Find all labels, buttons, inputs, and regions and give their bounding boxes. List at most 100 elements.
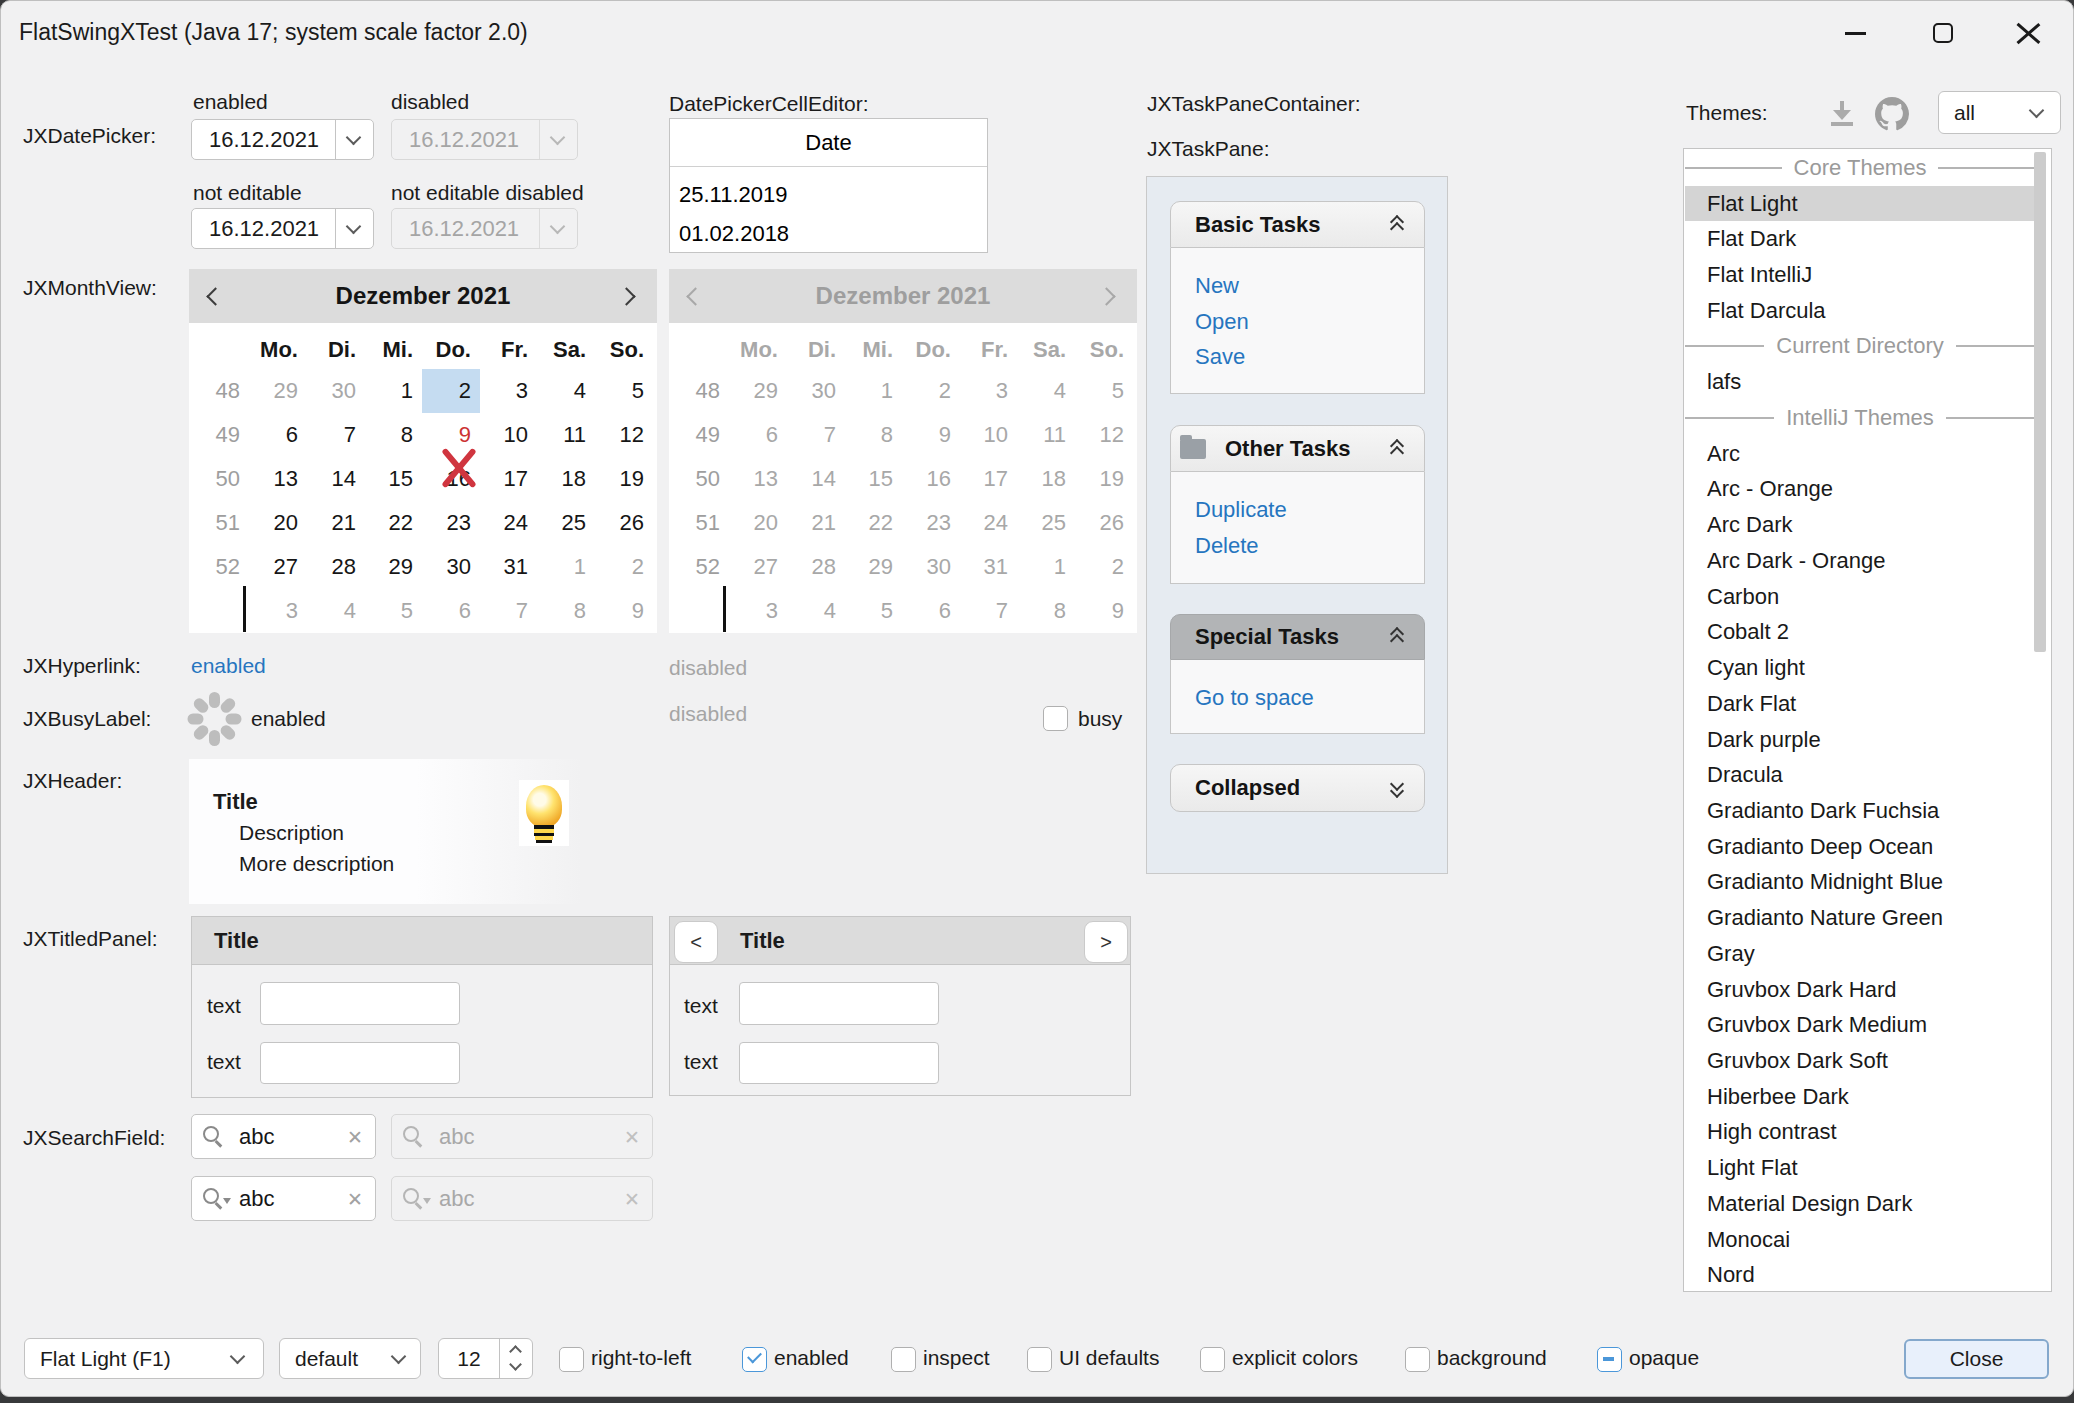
day-cell[interactable]: 14 bbox=[307, 457, 365, 501]
day-cell[interactable]: 2 bbox=[595, 545, 653, 589]
taskpane-header-special-tasks[interactable]: Special Tasks bbox=[1170, 614, 1425, 660]
theme-item-arc---orange[interactable]: Arc - Orange bbox=[1685, 471, 2035, 507]
day-cell[interactable]: 29 bbox=[249, 369, 307, 413]
theme-item-light-flat[interactable]: Light Flat bbox=[1685, 1150, 2035, 1186]
theme-item-dark-flat[interactable]: Dark Flat bbox=[1685, 686, 2035, 722]
datepicker-noteditable[interactable]: 16.12.2021 bbox=[191, 208, 374, 249]
theme-item-gradianto-midnight-blue[interactable]: Gradianto Midnight Blue bbox=[1685, 864, 2035, 900]
expand-icon[interactable] bbox=[1390, 780, 1406, 796]
github-icon[interactable] bbox=[1875, 97, 1909, 131]
theme-item-nord[interactable]: Nord bbox=[1685, 1257, 2035, 1293]
checkbox-background[interactable] bbox=[1405, 1347, 1430, 1372]
minimize-icon[interactable] bbox=[1845, 32, 1866, 35]
text-input[interactable] bbox=[739, 1042, 939, 1084]
close-icon[interactable] bbox=[2014, 22, 2043, 45]
searchfield-menu-enabled[interactable]: abc ✕ bbox=[191, 1176, 376, 1221]
day-cell[interactable]: 3 bbox=[479, 369, 537, 413]
taskpane-header-collapsed[interactable]: Collapsed bbox=[1170, 764, 1425, 812]
theme-item-high-contrast[interactable]: High contrast bbox=[1685, 1114, 2035, 1150]
hyperlink-enabled[interactable]: enabled bbox=[191, 653, 266, 679]
theme-item-arc[interactable]: Arc bbox=[1685, 436, 2035, 472]
theme-item-gradianto-nature-green[interactable]: Gradianto Nature Green bbox=[1685, 900, 2035, 936]
monthview-enabled[interactable]: Dezember 2021Mo.Di.Mi.Do.Fr.Sa.So.482930… bbox=[189, 269, 657, 633]
day-cell[interactable]: 31 bbox=[479, 545, 537, 589]
table-row[interactable]: 01.02.2018 bbox=[679, 221, 789, 247]
day-cell[interactable]: 28 bbox=[307, 545, 365, 589]
theme-item-flat-intellij[interactable]: Flat IntelliJ bbox=[1685, 257, 2035, 293]
theme-item-cyan-light[interactable]: Cyan light bbox=[1685, 650, 2035, 686]
theme-item-dark-purple[interactable]: Dark purple bbox=[1685, 722, 2035, 758]
theme-item-gradianto-deep-ocean[interactable]: Gradianto Deep Ocean bbox=[1685, 829, 2035, 865]
day-cell[interactable]: 5 bbox=[595, 369, 653, 413]
theme-item-gradianto-dark-fuchsia[interactable]: Gradianto Dark Fuchsia bbox=[1685, 793, 2035, 829]
day-cell[interactable]: 3 bbox=[249, 589, 307, 633]
theme-item-flat-light[interactable]: Flat Light bbox=[1685, 186, 2035, 222]
themes-list[interactable]: Core ThemesFlat LightFlat DarkFlat Intel… bbox=[1683, 148, 2052, 1292]
day-cell[interactable]: 2 bbox=[422, 369, 480, 413]
theme-item-gruvbox-dark-medium[interactable]: Gruvbox Dark Medium bbox=[1685, 1007, 2035, 1043]
taskpane-link-delete[interactable]: Delete bbox=[1195, 533, 1259, 559]
titledpanel-prev-button[interactable]: < bbox=[674, 921, 718, 963]
checkbox-right-to-left[interactable] bbox=[559, 1347, 584, 1372]
collapse-icon[interactable] bbox=[1390, 217, 1406, 233]
day-cell[interactable]: 30 bbox=[422, 545, 480, 589]
font-size-spinner[interactable]: 12 bbox=[438, 1338, 533, 1379]
day-cell[interactable]: 18 bbox=[537, 457, 595, 501]
checkbox-explicit-colors[interactable] bbox=[1200, 1347, 1225, 1372]
taskpane-link-open[interactable]: Open bbox=[1195, 309, 1249, 335]
day-cell[interactable]: 20 bbox=[249, 501, 307, 545]
searchfield-enabled[interactable]: abc ✕ bbox=[191, 1114, 376, 1159]
day-cell[interactable]: 7 bbox=[479, 589, 537, 633]
day-cell[interactable]: 23 bbox=[422, 501, 480, 545]
day-cell[interactable]: 6 bbox=[422, 589, 480, 633]
day-cell[interactable]: 27 bbox=[249, 545, 307, 589]
day-cell[interactable]: 8 bbox=[364, 413, 422, 457]
theme-item-monocai[interactable]: Monocai bbox=[1685, 1222, 2035, 1258]
day-cell[interactable]: 4 bbox=[307, 589, 365, 633]
checkbox-ui-defaults[interactable] bbox=[1027, 1347, 1052, 1372]
clear-icon[interactable]: ✕ bbox=[347, 1125, 363, 1148]
table-row[interactable]: 25.11.2019 bbox=[679, 182, 787, 208]
celleditor-table[interactable]: Date 25.11.2019 01.02.2018 bbox=[669, 118, 988, 253]
datepicker-dropdown-button[interactable] bbox=[335, 209, 373, 248]
font-combo[interactable]: default bbox=[279, 1338, 421, 1379]
day-cell[interactable]: 13 bbox=[249, 457, 307, 501]
day-cell[interactable]: 1 bbox=[537, 545, 595, 589]
collapse-icon[interactable] bbox=[1390, 629, 1406, 645]
maximize-icon[interactable] bbox=[1933, 23, 1953, 43]
datepicker-enabled[interactable]: 16.12.2021 bbox=[191, 119, 374, 160]
taskpane-header-other-tasks[interactable]: Other Tasks bbox=[1170, 425, 1425, 472]
day-cell[interactable]: 12 bbox=[595, 413, 653, 457]
laf-combo[interactable]: Flat Light (F1) bbox=[24, 1338, 264, 1379]
checkbox-enabled[interactable] bbox=[742, 1347, 767, 1372]
themes-filter-combo[interactable]: all bbox=[1938, 91, 2061, 134]
theme-item-carbon[interactable]: Carbon bbox=[1685, 579, 2035, 615]
day-cell[interactable]: 8 bbox=[537, 589, 595, 633]
theme-item-arc-dark---orange[interactable]: Arc Dark - Orange bbox=[1685, 543, 2035, 579]
theme-item-flat-darcula[interactable]: Flat Darcula bbox=[1685, 293, 2035, 329]
collapse-icon[interactable] bbox=[1390, 441, 1406, 457]
day-cell[interactable]: 24 bbox=[479, 501, 537, 545]
scrollbar-thumb[interactable] bbox=[2034, 152, 2046, 652]
text-input[interactable] bbox=[260, 982, 460, 1025]
taskpane-link-new[interactable]: New bbox=[1195, 273, 1239, 299]
close-button[interactable]: Close bbox=[1904, 1339, 2049, 1379]
day-cell[interactable]: 19 bbox=[595, 457, 653, 501]
day-cell[interactable]: 29 bbox=[364, 545, 422, 589]
day-cell[interactable]: 7 bbox=[307, 413, 365, 457]
day-cell[interactable]: 22 bbox=[364, 501, 422, 545]
busy-checkbox[interactable] bbox=[1043, 706, 1068, 731]
datepicker-dropdown-button[interactable] bbox=[335, 120, 373, 159]
day-cell[interactable]: 6 bbox=[249, 413, 307, 457]
day-cell[interactable]: 9 bbox=[595, 589, 653, 633]
checkbox-opaque[interactable] bbox=[1597, 1347, 1622, 1372]
day-cell[interactable]: 1 bbox=[364, 369, 422, 413]
theme-item-material-design-dark[interactable]: Material Design Dark bbox=[1685, 1186, 2035, 1222]
day-cell[interactable]: 15 bbox=[364, 457, 422, 501]
theme-item-arc-dark[interactable]: Arc Dark bbox=[1685, 507, 2035, 543]
download-icon[interactable] bbox=[1829, 101, 1855, 127]
text-input[interactable] bbox=[260, 1042, 460, 1084]
theme-item-dracula[interactable]: Dracula bbox=[1685, 757, 2035, 793]
day-cell[interactable]: 21 bbox=[307, 501, 365, 545]
titledpanel-next-button[interactable]: > bbox=[1084, 921, 1128, 963]
